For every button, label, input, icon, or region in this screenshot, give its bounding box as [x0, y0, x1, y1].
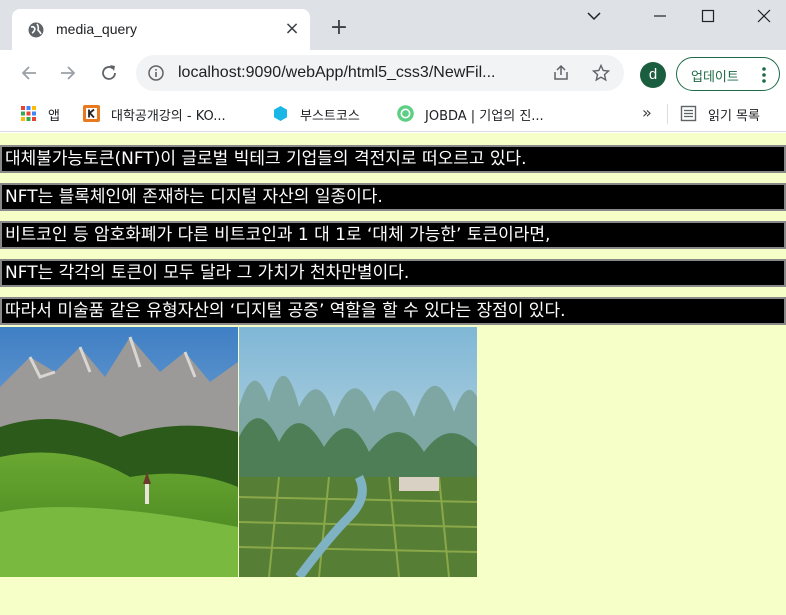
back-icon[interactable] — [18, 62, 40, 84]
tab-close-icon[interactable]: × — [283, 19, 301, 39]
globe-icon — [28, 22, 44, 38]
update-button[interactable]: 업데이트 — [676, 57, 780, 91]
bookmark-jobda[interactable]: JOBDA | 기업의 진... — [397, 104, 577, 124]
bookmark-label: JOBDA | 기업의 진... — [425, 109, 544, 124]
reading-list-label: 읽기 목록 — [708, 109, 760, 124]
tab-title: media_query — [56, 21, 137, 37]
page-viewport: 대체불가능토큰(NFT)이 글로벌 빅테크 기업들의 격전지로 떠오르고 있다.… — [0, 133, 786, 615]
bookmark-label: 부스트코스 — [300, 109, 360, 124]
bookmarks-divider — [667, 104, 668, 124]
minimize-icon[interactable] — [648, 6, 672, 26]
paragraph-1: 대체불가능토큰(NFT)이 글로벌 빅테크 기업들의 격전지로 떠오르고 있다. — [0, 145, 786, 173]
bookmark-star-icon[interactable] — [592, 64, 610, 82]
share-icon[interactable] — [552, 64, 570, 82]
jobda-icon — [397, 105, 414, 122]
bookmark-boostcourse[interactable]: 부스트코스 — [272, 104, 382, 124]
url-text[interactable]: localhost:9090/webApp/html5_css3/NewFil.… — [178, 64, 496, 82]
close-window-icon[interactable] — [752, 6, 776, 26]
tab-search-icon[interactable] — [582, 6, 606, 26]
address-toolbar: localhost:9090/webApp/html5_css3/NewFil.… — [0, 50, 786, 96]
update-label: 업데이트 — [691, 70, 739, 85]
alpine-mountain-meadow-image — [0, 327, 238, 577]
bookmark-label: 대학공개강의 - KO... — [111, 109, 226, 124]
browser-tab[interactable]: media_query × — [12, 9, 310, 50]
paragraph-5: 따라서 미술품 같은 유형자산의 ‘디지털 공증’ 역할을 할 수 있다는 장점… — [0, 297, 786, 325]
reading-list-icon — [680, 105, 697, 122]
paragraph-2: NFT는 블록체인에 존재하는 디지털 자산의 일종이다. — [0, 183, 786, 211]
bookmark-apps[interactable]: 앱 — [20, 104, 70, 124]
site-info-icon[interactable] — [148, 65, 164, 81]
kocw-icon — [83, 105, 100, 122]
paragraph-4: NFT는 각각의 토큰이 모두 달라 그 가치가 천차만별이다. — [0, 259, 786, 287]
reading-list[interactable]: 읽기 목록 — [680, 104, 780, 124]
bookmark-label: 앱 — [48, 109, 60, 124]
boostcourse-icon — [274, 106, 287, 121]
tab-strip: media_query × + — [0, 0, 786, 50]
address-bar[interactable]: localhost:9090/webApp/html5_css3/NewFil.… — [136, 55, 624, 91]
paragraph-3: 비트코인 등 암호화폐가 다른 비트코인과 1 대 1로 ‘대체 가능한’ 토큰… — [0, 221, 786, 249]
maximize-icon[interactable] — [696, 6, 720, 26]
bookmark-kocw[interactable]: 대학공개강의 - KO... — [83, 104, 263, 124]
profile-avatar[interactable]: d — [640, 62, 666, 88]
apps-grid-icon — [21, 106, 36, 121]
more-bookmarks-icon[interactable]: » — [642, 103, 654, 123]
forward-icon[interactable] — [57, 62, 79, 84]
kebab-menu-icon[interactable] — [761, 66, 767, 84]
new-tab-button[interactable]: + — [328, 16, 350, 40]
karst-river-valley-image — [239, 327, 477, 577]
bookmarks-bar: 앱 대학공개강의 - KO... 부스트코스 JOBDA | 기업의 진... … — [0, 96, 786, 132]
reload-icon[interactable] — [98, 62, 120, 84]
